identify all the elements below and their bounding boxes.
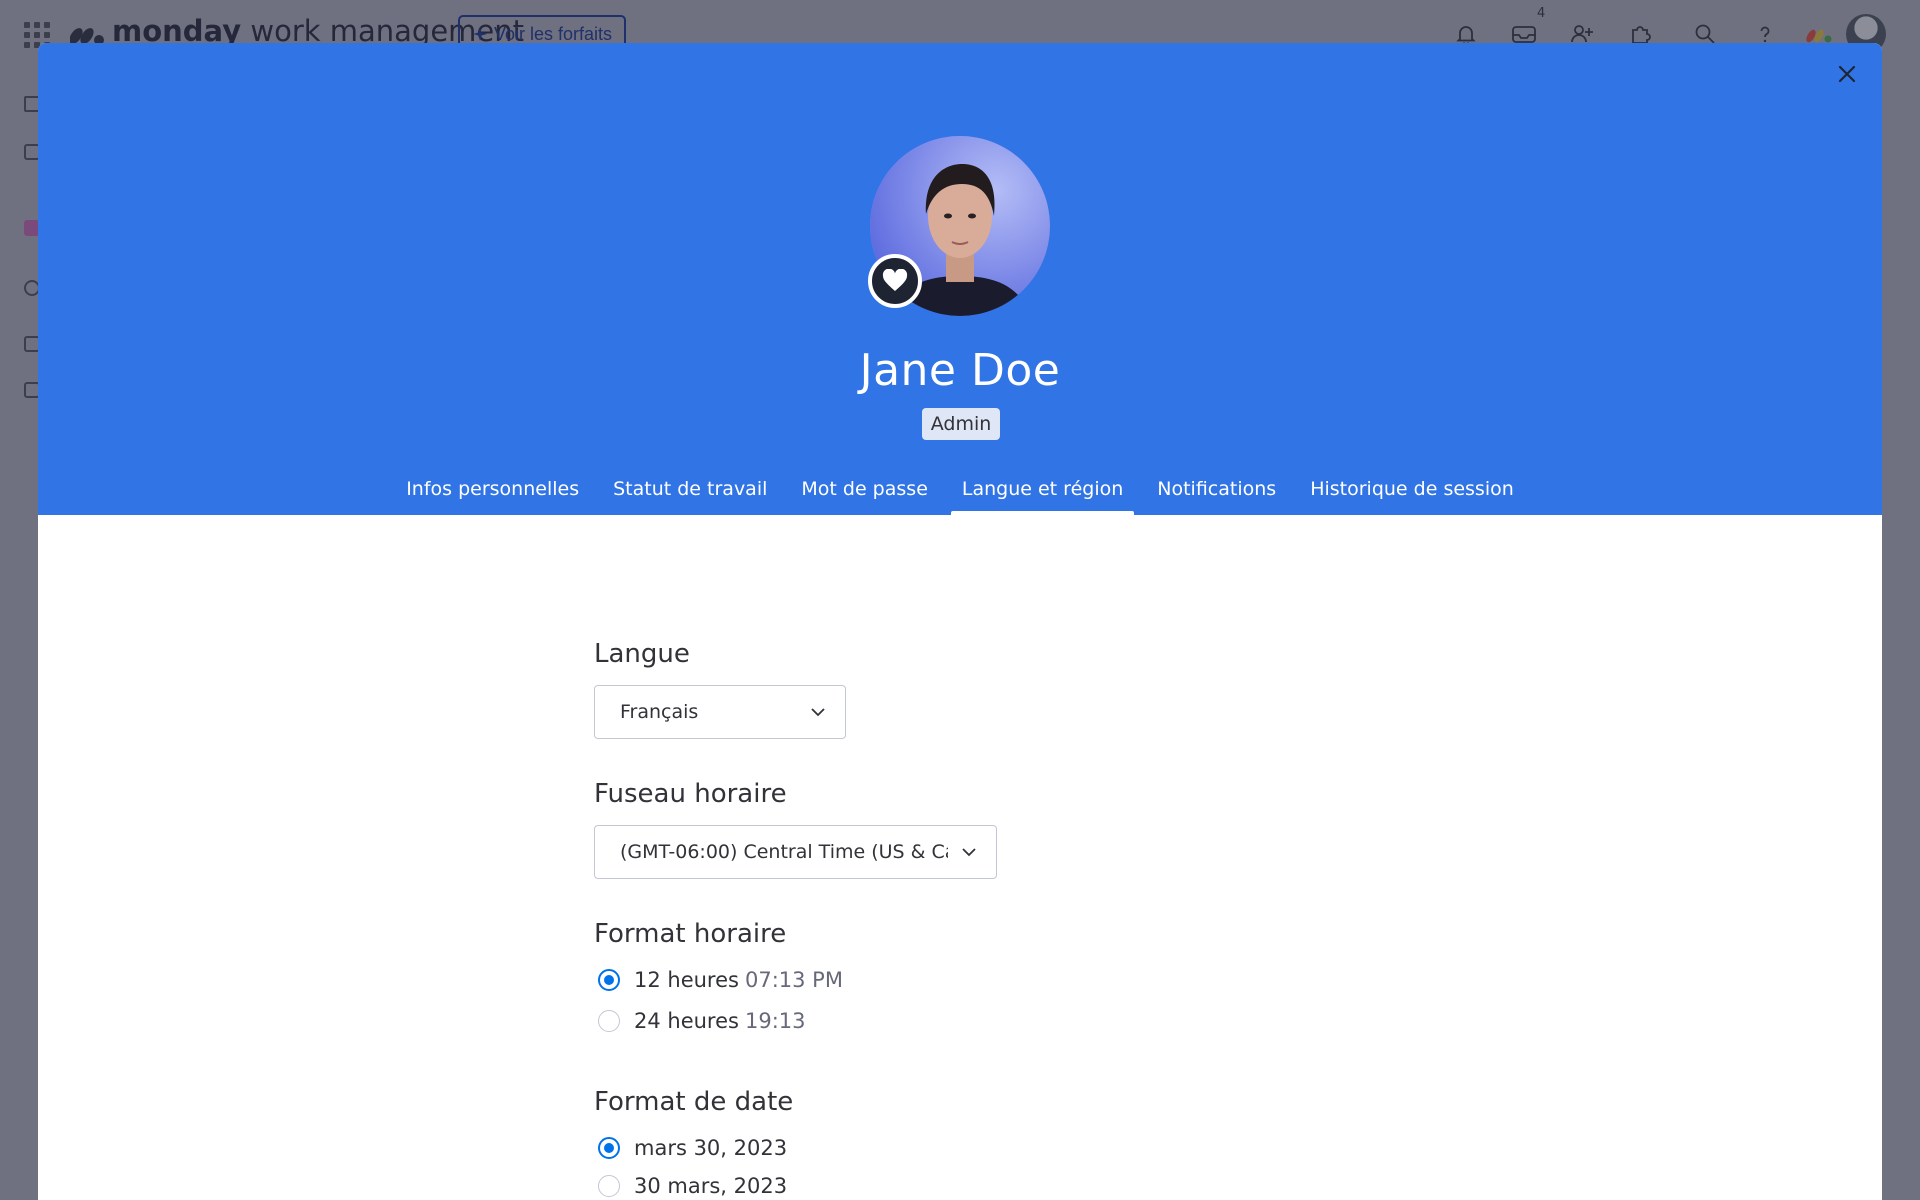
timezone-title: Fuseau horaire [594,779,787,809]
date-format-option-2[interactable]: 30 mars, 2023 [598,1171,787,1200]
time-format-title: Format horaire [594,919,787,949]
radio-button[interactable] [598,1137,620,1159]
role-badge: Admin [922,408,1000,440]
language-select[interactable]: Français [594,685,846,739]
tab-work-status[interactable]: Statut de travail [602,463,778,515]
date-format-option-1[interactable]: mars 30, 2023 [598,1133,787,1163]
close-icon [1838,65,1856,83]
profile-tabs: Infos personnelles Statut de travail Mot… [38,463,1882,515]
tab-notifications[interactable]: Notifications [1146,463,1287,515]
tab-session-history[interactable]: Historique de session [1299,463,1525,515]
close-button[interactable] [1832,59,1862,89]
chevron-down-icon [954,837,984,867]
profile-modal: Jane Doe Admin Infos personnelles Statut… [38,43,1882,1200]
time-format-12h-option[interactable]: 12 heures 07:13 PM [598,965,843,995]
radio-label: 12 heures [634,968,739,992]
time-format-24h-option[interactable]: 24 heures 19:13 [598,1006,806,1036]
radio-label: mars 30, 2023 [634,1136,788,1160]
language-value: Français [620,701,699,723]
profile-header: Jane Doe Admin Infos personnelles Statut… [38,43,1882,515]
see-plans-label: Voir les forfaits [494,23,613,44]
tab-password[interactable]: Mot de passe [790,463,939,515]
radio-example: 19:13 [744,1009,806,1033]
radio-label: 30 mars, 2023 [634,1174,788,1198]
chevron-down-icon [803,697,833,727]
radio-label: 24 heures [634,1009,739,1033]
radio-button[interactable] [598,969,620,991]
favorite-button[interactable] [868,254,922,308]
radio-button[interactable] [598,1010,620,1032]
left-sidebar [0,68,40,1200]
tab-language-region[interactable]: Langue et région [950,463,1135,515]
timezone-value: (GMT-06:00) Central Time (US & Canada) [620,841,948,863]
tab-personal-info[interactable]: Infos personnelles [395,463,590,515]
heart-icon [882,269,908,291]
sparkle-icon [473,27,487,41]
radio-example: 07:13 PM [744,968,843,992]
timezone-select[interactable]: (GMT-06:00) Central Time (US & Canada) [594,825,997,879]
date-format-title: Format de date [594,1087,794,1117]
language-title: Langue [594,639,690,669]
inbox-count-badge: 4 [1537,6,1546,21]
user-name: Jane Doe [859,345,1061,396]
radio-button[interactable] [598,1175,620,1197]
